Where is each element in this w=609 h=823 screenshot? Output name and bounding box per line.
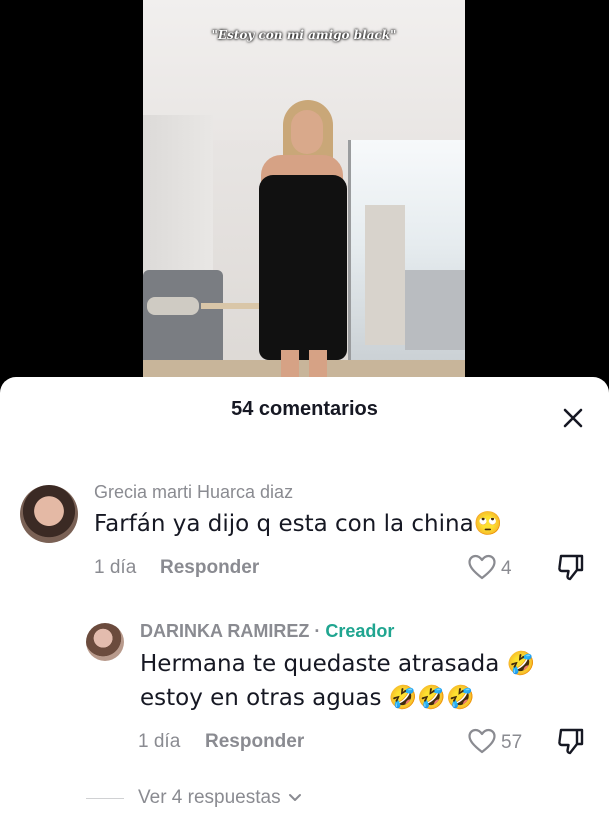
comment-date: 1 día xyxy=(94,557,137,578)
replies-divider xyxy=(86,798,124,799)
comment-date: 1 día xyxy=(138,731,181,752)
comment-username[interactable]: Grecia marti Huarca diaz xyxy=(94,482,293,503)
comments-sheet: 54 comentarios Grecia marti Huarca diaz … xyxy=(0,377,609,823)
creator-badge: Creador xyxy=(325,621,395,641)
video-pillow xyxy=(147,297,199,315)
avatar[interactable] xyxy=(20,485,78,543)
avatar[interactable] xyxy=(86,623,124,661)
like-count: 4 xyxy=(501,558,512,579)
person-leg-right xyxy=(309,350,327,378)
video-building-2 xyxy=(405,270,465,350)
heart-icon xyxy=(468,728,496,754)
like-count: 57 xyxy=(501,732,523,753)
person-face xyxy=(291,110,323,154)
video-caption: "Estoy con mi amigo black" xyxy=(211,28,397,42)
comment-username[interactable]: DARINKA RAMIREZ · Creador xyxy=(140,621,394,642)
comment-text: Farfán ya dijo q esta con la china🙄 xyxy=(94,511,503,537)
video-building xyxy=(365,205,405,345)
dislike-button[interactable] xyxy=(554,725,588,757)
close-icon xyxy=(563,408,583,428)
dislike-button[interactable] xyxy=(554,551,588,583)
video-player[interactable]: "Estoy con mi amigo black" xyxy=(0,0,609,395)
reply-button[interactable]: Responder xyxy=(205,731,304,753)
like-button[interactable] xyxy=(467,553,499,583)
video-person xyxy=(251,100,351,378)
view-replies-label: Ver 4 respuestas xyxy=(138,787,281,808)
close-button[interactable] xyxy=(556,401,590,435)
like-button[interactable] xyxy=(467,727,499,757)
video-sofa xyxy=(143,270,223,365)
view-replies-button[interactable]: Ver 4 respuestas xyxy=(138,787,302,809)
person-leg-left xyxy=(281,350,299,378)
comment-text: Hermana te quedaste atrasada 🤣 estoy en … xyxy=(140,651,536,711)
video-frame[interactable]: "Estoy con mi amigo black" xyxy=(143,0,465,395)
creator-name[interactable]: DARINKA RAMIREZ xyxy=(140,621,309,641)
thumbs-down-icon xyxy=(558,554,584,581)
thumbs-down-icon xyxy=(558,728,584,755)
chevron-down-icon xyxy=(288,793,301,801)
reply-button[interactable]: Responder xyxy=(160,557,259,579)
person-dress xyxy=(259,175,347,360)
separator-dot: · xyxy=(314,621,321,641)
comments-count-title: 54 comentarios xyxy=(231,398,378,420)
heart-icon xyxy=(468,554,496,580)
